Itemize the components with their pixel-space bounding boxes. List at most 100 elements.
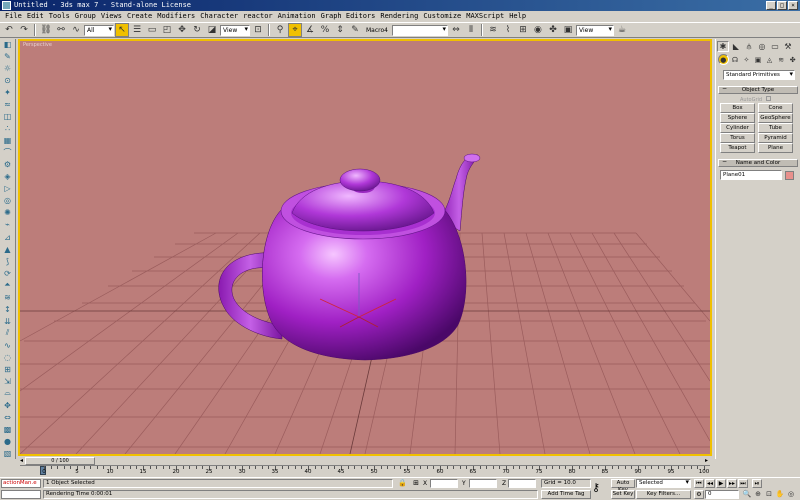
select-link-icon[interactable]: ⛓ (39, 23, 53, 37)
select-move-icon[interactable]: ✥ (175, 23, 189, 37)
absolute-mode-icon[interactable]: ⊞ (412, 479, 420, 488)
maxscript-listener-mini[interactable]: actionMan.e (1, 479, 41, 488)
zoom-all-icon[interactable]: ⊕ (753, 490, 763, 499)
edit-named-selection-icon[interactable]: ✎ (348, 23, 362, 37)
perspective-viewport[interactable]: Perspective (18, 39, 712, 456)
window-crossing-icon[interactable]: ◰ (160, 23, 174, 37)
cylinder-button[interactable]: Cylinder (720, 123, 755, 133)
edit-mesh-icon[interactable]: ▧ (1, 448, 15, 459)
modify-tab-icon[interactable]: ◣ (730, 41, 742, 52)
spacewarps-tab-icon[interactable]: ≈ (1, 99, 15, 110)
pivot-center-icon[interactable]: ⊡ (251, 23, 265, 37)
next-key-icon[interactable]: ▸▸ (727, 479, 737, 488)
app-icon[interactable] (2, 1, 11, 10)
lock-selection-icon[interactable]: 🔒 (398, 479, 407, 488)
time-config-icon[interactable]: ⚙ (694, 490, 704, 499)
helpers-category-icon[interactable]: ◬ (764, 54, 775, 65)
create-tab-icon[interactable]: ✱ (717, 41, 729, 52)
autogrid-checkbox[interactable]: AutoGrid (716, 94, 800, 103)
reactor-tab-icon[interactable]: ✺ (1, 207, 15, 218)
curve-editor-icon[interactable]: ⌇ (501, 23, 515, 37)
mirror-mod-icon[interactable]: ⇔ (1, 412, 15, 423)
render-scene-icon[interactable]: ✤ (546, 23, 560, 37)
add-time-tag-button[interactable]: Add Time Tag (541, 490, 591, 499)
render-type-icon[interactable]: ▣ (561, 23, 575, 37)
tube-button[interactable]: Tube (758, 123, 793, 133)
lights-category-icon[interactable]: ✧ (741, 54, 752, 65)
select-rotate-icon[interactable]: ↻ (190, 23, 204, 37)
key-filters-button[interactable]: Key Filters... (636, 490, 691, 499)
utilities-tab-icon[interactable]: ⚒ (782, 41, 794, 52)
systems-category-icon[interactable]: ✤ (787, 54, 798, 65)
set-key-button[interactable]: Set Key (611, 490, 635, 499)
auto-key-button[interactable]: Auto Key (611, 479, 635, 493)
menu-help[interactable]: Help (507, 11, 529, 22)
menu-animation[interactable]: Animation (276, 11, 319, 22)
object-color-swatch[interactable] (785, 170, 794, 180)
surface-tab-icon[interactable]: ⊿ (1, 232, 15, 243)
percent-snap-icon[interactable]: % (318, 23, 332, 37)
rect-region-icon[interactable]: ▭ (145, 23, 159, 37)
lattice-icon[interactable]: ⊞ (1, 364, 15, 375)
compound-tab-icon[interactable]: ◫ (1, 111, 15, 122)
menu-tools[interactable]: Tools (47, 11, 73, 22)
taper-icon[interactable]: ⏶ (1, 280, 15, 291)
material-icon[interactable]: ● (1, 436, 15, 447)
teapot-lid[interactable] (291, 168, 435, 232)
unlink-icon[interactable]: ⚯ (54, 23, 68, 37)
select-manipulate-icon[interactable]: ⚲ (273, 23, 287, 37)
uvw-map-icon[interactable]: ▩ (1, 424, 15, 435)
select-object-icon[interactable]: ↖ (115, 23, 129, 37)
nurbs-tab-icon[interactable]: ⌒ (1, 147, 15, 158)
torus-button[interactable]: Torus (720, 133, 755, 143)
menu-rendering[interactable]: Rendering (378, 11, 421, 22)
helpers-tab-icon[interactable]: ✦ (1, 87, 15, 98)
close-button[interactable]: × (788, 1, 798, 10)
quick-render-icon[interactable]: ☕ (615, 23, 629, 37)
viewport-label[interactable]: Perspective (23, 42, 52, 48)
display-tab-icon[interactable]: ▭ (769, 41, 781, 52)
box-button[interactable]: Box (720, 103, 755, 113)
select-by-name-icon[interactable]: ☰ (130, 23, 144, 37)
material-editor-icon[interactable]: ◉ (531, 23, 545, 37)
displace-icon[interactable]: ⇲ (1, 376, 15, 387)
zoom-extents-icon[interactable]: ⊡ (764, 490, 774, 499)
name-color-rollout-header[interactable]: Name and Color (718, 159, 798, 167)
selection-filter-dropdown[interactable]: All (84, 24, 114, 36)
xform-icon[interactable]: ✥ (1, 400, 15, 411)
menu-graph-editors[interactable]: Graph Editors (319, 11, 379, 22)
menu-reactor[interactable]: reactor (241, 11, 276, 22)
next-frame-arrow-icon[interactable]: ▸ (705, 457, 708, 464)
bind-space-warp-icon[interactable]: ∿ (69, 23, 83, 37)
particles-tab-icon[interactable]: ∴ (1, 123, 15, 134)
menu-edit[interactable]: Edit (25, 11, 47, 22)
prev-frame-arrow-icon[interactable]: ◂ (20, 457, 23, 464)
cameras-tab-icon[interactable]: ⊙ (1, 75, 15, 86)
squeeze-icon[interactable]: ⇊ (1, 316, 15, 327)
select-scale-icon[interactable]: ◪ (205, 23, 219, 37)
spinner-snap-icon[interactable]: ⇕ (333, 23, 347, 37)
schematic-view-icon[interactable]: ⊞ (516, 23, 530, 37)
autogrid-box[interactable] (766, 96, 772, 101)
spacewarps-category-icon[interactable]: ≋ (776, 54, 787, 65)
mesh-tab-icon[interactable]: ▲ (1, 244, 15, 255)
object-name-field[interactable]: Plane01 (720, 170, 782, 180)
teapot-button[interactable]: Teapot (720, 143, 755, 153)
zoom-icon[interactable]: 🔍 (742, 490, 752, 499)
noise-icon[interactable]: ≋ (1, 292, 15, 303)
bend-icon[interactable]: ⟆ (1, 256, 15, 267)
time-slider-thumb[interactable]: 0 / 100 (25, 456, 96, 465)
pyramid-button[interactable]: Pyramid (758, 133, 793, 143)
geometry-category-icon[interactable]: ● (718, 54, 729, 65)
menu-create[interactable]: Create (125, 11, 155, 22)
primitive-category-dropdown[interactable]: Standard Primitives (723, 70, 795, 80)
render-type-dropdown[interactable]: View (575, 24, 614, 36)
layer-manager-icon[interactable]: ≋ (486, 23, 500, 37)
animation-tab-icon[interactable]: ▷ (1, 183, 15, 194)
snap-toggle-icon[interactable]: ⌖ (288, 23, 302, 37)
dynamics-tab-icon[interactable]: ⚙ (1, 159, 15, 170)
goto-start-icon[interactable]: ⏮ (694, 479, 704, 488)
align-icon[interactable]: ⫴ (464, 23, 478, 37)
current-frame-field[interactable]: 0 (705, 490, 739, 499)
time-slider[interactable]: ◂ 0 / 100 ▸ (18, 456, 712, 465)
